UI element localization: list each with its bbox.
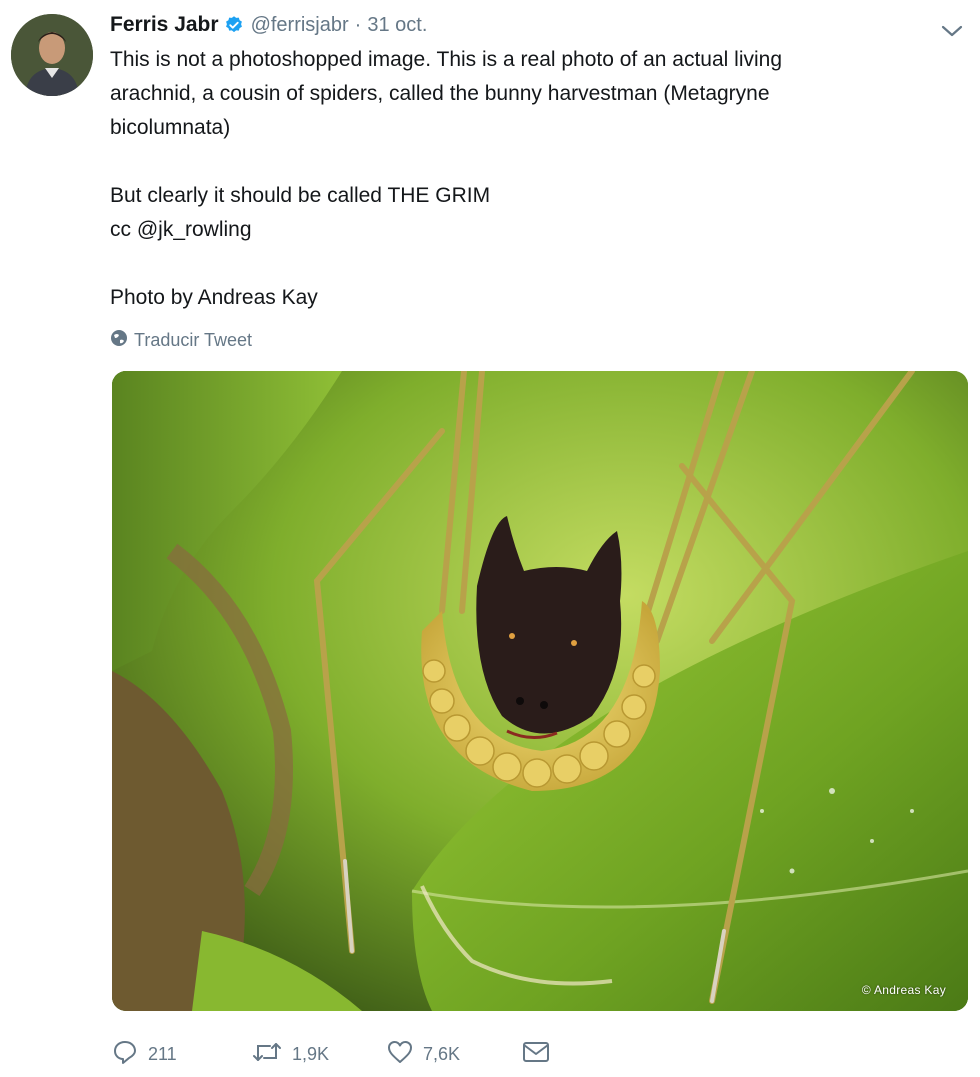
reply-icon	[112, 1039, 138, 1070]
translate-label[interactable]: Traducir Tweet	[134, 330, 252, 351]
translate-tweet-link[interactable]: Traducir Tweet	[110, 328, 252, 352]
tweet-date[interactable]: 31 oct.	[367, 14, 427, 37]
retweet-button[interactable]: 1,9K	[252, 1040, 387, 1069]
tweet-text-line: arachnid, a cousin of spiders, called th…	[110, 82, 770, 105]
like-count: 7,6K	[423, 1043, 461, 1064]
tweet-mention-line[interactable]: cc @jk_rowling	[110, 213, 940, 247]
reply-count: 211	[148, 1043, 177, 1064]
retweet-count: 1,9K	[292, 1043, 330, 1064]
tweet-text-line: Photo by Andreas Kay	[110, 286, 318, 309]
like-button[interactable]: 7,6K	[387, 1040, 522, 1069]
envelope-icon	[522, 1041, 550, 1068]
tweet-text-line: But clearly it should be called THE GRIM	[110, 184, 491, 207]
retweet-icon	[252, 1040, 282, 1069]
heart-icon	[387, 1040, 413, 1069]
tweet-actions: 211 1,9K 7,6K	[112, 1038, 550, 1070]
author-name[interactable]: Ferris Jabr	[110, 13, 219, 37]
header-separator: ·	[354, 13, 362, 36]
verified-badge-icon	[224, 15, 244, 35]
tweet-text: This is not a photoshopped image. This i…	[110, 43, 940, 315]
tweet-header: Ferris Jabr @ferrisjabr · 31 oct.	[110, 10, 427, 40]
direct-message-button[interactable]	[522, 1041, 550, 1068]
chevron-down-icon[interactable]	[939, 22, 965, 40]
photo-credit: © Andreas Kay	[861, 983, 946, 997]
tweet-photo[interactable]: © Andreas Kay	[112, 371, 968, 1011]
harvestman-photo-illustration	[112, 371, 968, 1011]
author-avatar[interactable]	[11, 14, 93, 96]
author-handle[interactable]: @ferrisjabr	[251, 14, 349, 37]
reply-button[interactable]: 211	[112, 1039, 252, 1070]
globe-icon	[110, 329, 128, 352]
tweet-text-line: This is not a photoshopped image. This i…	[110, 48, 783, 71]
tweet-text-line: bicolumnata)	[110, 116, 231, 139]
